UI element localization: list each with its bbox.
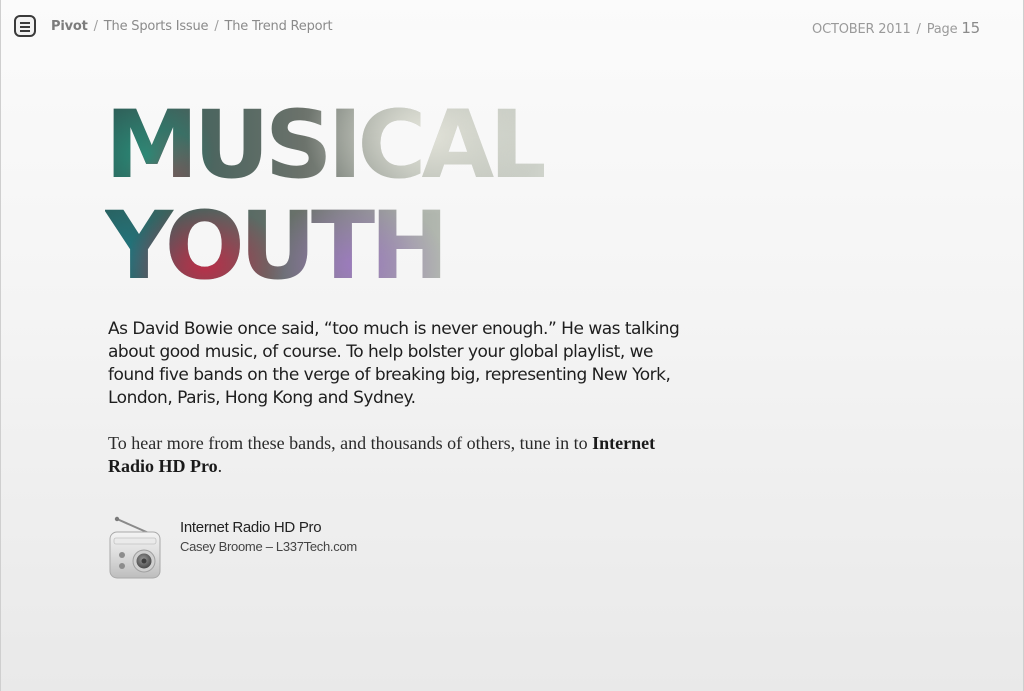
issue-separator: / bbox=[916, 22, 921, 37]
header-bar: Pivot / The Sports Issue / The Trend Report … bbox=[1, 0, 1024, 54]
promo-suffix: . bbox=[217, 456, 223, 476]
breadcrumb-app[interactable]: Pivot bbox=[51, 19, 88, 34]
page-label: Page bbox=[926, 22, 958, 37]
breadcrumb-section[interactable]: The Trend Report bbox=[225, 19, 333, 34]
issue-info: OCTOBER 2011 / Page 15 bbox=[812, 19, 980, 37]
page-number: 15 bbox=[961, 19, 980, 37]
breadcrumb: Pivot / The Sports Issue / The Trend Report bbox=[51, 19, 333, 34]
radio-icon bbox=[109, 516, 161, 579]
promo-prefix: To hear more from these bands, and thous… bbox=[108, 433, 588, 453]
page-frame: Pivot / The Sports Issue / The Trend Report … bbox=[0, 0, 1024, 691]
breadcrumb-issue[interactable]: The Sports Issue bbox=[104, 19, 209, 34]
promo-text: To hear more from these bands, and thous… bbox=[108, 432, 668, 478]
menu-icon[interactable] bbox=[14, 15, 36, 37]
breadcrumb-separator: / bbox=[93, 19, 98, 34]
article-intro: As David Bowie once said, “too much is n… bbox=[108, 319, 680, 408]
issue-date: OCTOBER 2011 bbox=[812, 22, 911, 37]
breadcrumb-separator: / bbox=[214, 19, 219, 34]
title-line-1: MUSICAL bbox=[105, 91, 545, 200]
app-developer: Casey Broome – L337Tech.com bbox=[180, 539, 357, 554]
app-name: Internet Radio HD Pro bbox=[180, 519, 322, 536]
title-line-2: YOUTH bbox=[105, 192, 444, 301]
app-card[interactable]: Internet Radio HD Pro Casey Broome – L33… bbox=[108, 515, 468, 585]
article-title: MUSICAL YOUTH bbox=[105, 91, 545, 301]
